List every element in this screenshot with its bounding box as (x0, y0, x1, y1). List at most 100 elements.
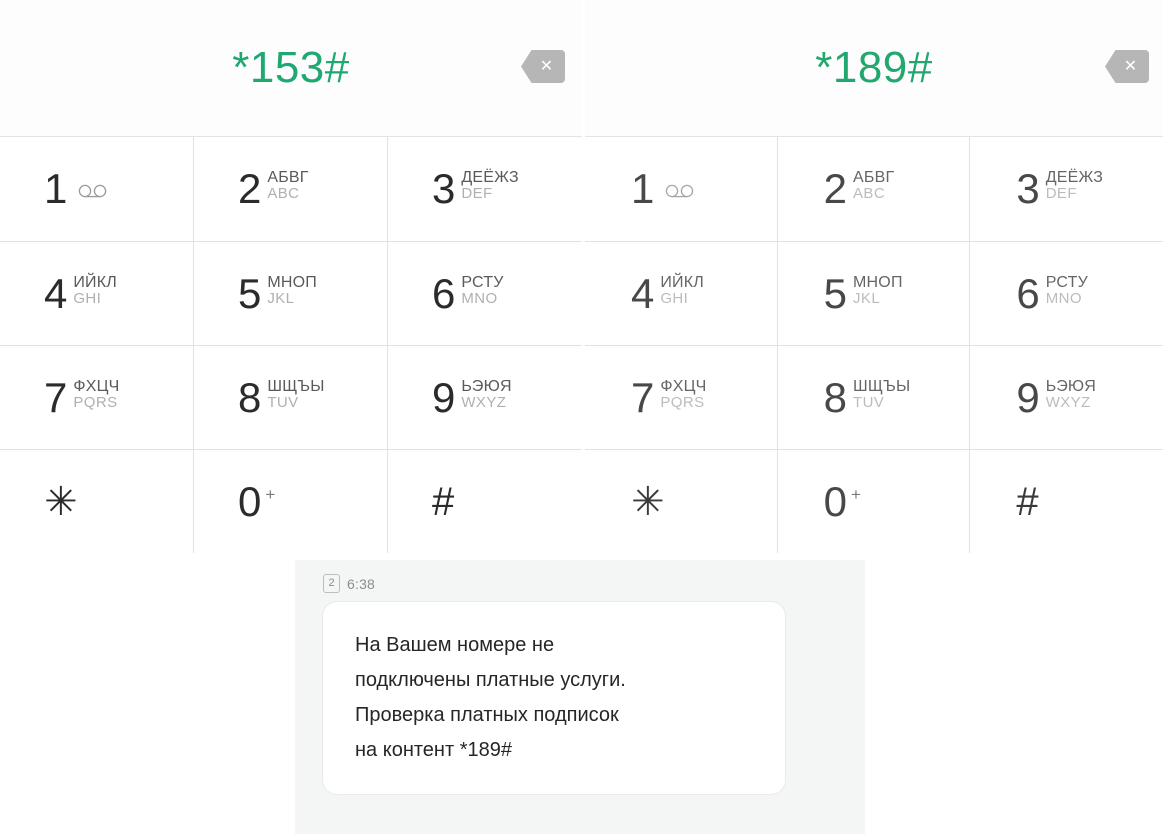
key-digit: 5 (823, 269, 848, 317)
key-letters-latin: WXYZ (1045, 393, 1091, 411)
asterisk-key-glyph: ✳ (44, 479, 78, 524)
key-8[interactable]: 8 ШЩЪЫ TUV (194, 346, 388, 450)
key-1[interactable]: 1 (585, 137, 778, 242)
keypad-grid-left: 1 2 АБВГ ABC 3 ДЕЁЖЗ DEF 4 ИЙКЛ GHI 5 МН… (0, 136, 582, 553)
key-letters: ЬЭЮЯ WXYZ (461, 378, 511, 411)
key-6[interactable]: 6 РСТУ MNO (970, 242, 1163, 346)
key-letters-cyrillic: ДЕЁЖЗ (461, 169, 519, 186)
key-letters: ФХЦЧ PQRS (660, 378, 706, 411)
key-8[interactable]: 8 ШЩЪЫ TUV (777, 346, 971, 450)
key-letters-cyrillic: ФХЦЧ (73, 377, 120, 395)
key-letters-cyrillic: АБВГ (267, 169, 309, 186)
dialer-panel-right: *189# ✕ 1 2 АБВГ ABC 3 ДЕЁЖЗ DEF 4 ИЙКЛ … (585, 0, 1163, 553)
key-digit: 6 (432, 269, 456, 317)
dial-display-header-left: *153# ✕ (0, 0, 582, 136)
key-hash[interactable]: # (970, 450, 1163, 553)
key-hash[interactable]: # (388, 450, 582, 553)
plus-modifier-icon: + (265, 484, 276, 504)
key-letters-latin: MNO (1045, 289, 1082, 307)
key-digit: 9 (1016, 373, 1040, 421)
key-digit: 0 (238, 477, 262, 525)
key-asterisk[interactable]: ✳ (585, 450, 778, 553)
key-6[interactable]: 6 РСТУ MNO (388, 242, 582, 346)
key-4[interactable]: 4 ИЙКЛ GHI (585, 242, 778, 346)
key-asterisk[interactable]: ✳ (0, 450, 194, 553)
key-5[interactable]: 5 МНОП JKL (777, 242, 971, 346)
key-letters-cyrillic: МНОП (267, 273, 317, 291)
hash-key-glyph: # (432, 479, 455, 524)
key-letters-latin: GHI (73, 289, 102, 307)
key-digit: 3 (432, 165, 456, 212)
sms-line-4: на контент *189# (355, 739, 512, 761)
dialer-panel-left: *153# ✕ 1 2 АБВГ ABC 3 ДЕЁЖЗ DEF 4 ИЙКЛ … (0, 0, 582, 553)
sms-message-meta: 2 6:38 (323, 574, 375, 593)
key-letters-latin: JKL (853, 289, 881, 307)
key-letters-latin: WXYZ (461, 393, 507, 411)
key-letters: ДЕЁЖЗ DEF (461, 169, 518, 202)
key-7[interactable]: 7 ФХЦЧ PQRS (0, 346, 194, 450)
key-7[interactable]: 7 ФХЦЧ PQRS (585, 346, 778, 450)
key-3[interactable]: 3 ДЕЁЖЗ DEF (970, 137, 1163, 242)
key-letters: ШЩЪЫ TUV (853, 378, 910, 411)
key-letters-cyrillic: ШЩЪЫ (267, 377, 325, 395)
key-letters: ФХЦЧ PQRS (73, 378, 119, 411)
key-letters-latin: MNO (461, 289, 498, 307)
hash-key-glyph: # (1016, 479, 1039, 524)
key-1[interactable]: 1 (0, 137, 194, 242)
key-letters: ИЙКЛ GHI (73, 274, 117, 307)
key-letters-latin: PQRS (73, 393, 118, 411)
key-5[interactable]: 5 МНОП JKL (194, 242, 388, 346)
key-letters-cyrillic: ЬЭЮЯ (1045, 377, 1097, 395)
key-3[interactable]: 3 ДЕЁЖЗ DEF (388, 137, 582, 242)
sms-line-1: На Вашем номере не (355, 634, 555, 656)
key-letters-latin: JKL (267, 289, 295, 307)
ussd-code-display-left[interactable]: *153# (0, 38, 582, 98)
key-digit: 1 (631, 165, 655, 212)
key-letters-cyrillic: ФХЦЧ (660, 377, 707, 395)
key-letters-latin: DEF (1045, 185, 1077, 203)
key-letters: АБВГ ABC (267, 169, 308, 202)
key-letters: ЬЭЮЯ WXYZ (1046, 378, 1096, 411)
key-digit: 2 (823, 165, 848, 212)
key-digit: 0 (823, 477, 848, 525)
key-letters-cyrillic: МНОП (853, 273, 903, 291)
key-2[interactable]: 2 АБВГ ABC (194, 137, 388, 242)
key-digit: 5 (238, 269, 262, 317)
key-letters-latin: TUV (267, 393, 299, 411)
key-letters-latin: ABC (267, 185, 300, 203)
key-letters: МНОП JKL (853, 274, 903, 307)
voicemail-icon (78, 184, 108, 203)
key-digit: 3 (1016, 165, 1040, 212)
key-letters-latin: GHI (660, 289, 689, 307)
sms-line-2: подключены платные услуги. (355, 669, 626, 691)
sms-message-bubble[interactable]: На Вашем номере не подключены платные ус… (323, 602, 785, 794)
asterisk-key-glyph: ✳ (631, 479, 665, 524)
dial-display-header-right: *189# ✕ (585, 0, 1163, 136)
key-digit: 4 (631, 269, 655, 317)
dialer-screenshots-container: *153# ✕ 1 2 АБВГ ABC 3 ДЕЁЖЗ DEF 4 ИЙКЛ … (0, 0, 1163, 553)
key-digit: 4 (44, 269, 68, 317)
key-letters: АБВГ ABC (853, 169, 894, 202)
key-0[interactable]: 0 + (194, 450, 388, 553)
ussd-code-display-right[interactable]: *189# (585, 38, 1163, 98)
key-letters-latin: DEF (461, 185, 493, 203)
key-letters-cyrillic: ДЕЁЖЗ (1045, 169, 1104, 186)
key-digit: 1 (44, 165, 68, 212)
key-letters-latin: TUV (853, 393, 885, 411)
key-letters: МНОП JKL (267, 274, 317, 307)
key-9[interactable]: 9 ЬЭЮЯ WXYZ (388, 346, 582, 450)
key-letters-latin: PQRS (660, 393, 705, 411)
key-letters-cyrillic: РСТУ (461, 273, 504, 291)
key-digit: 2 (238, 165, 262, 212)
key-2[interactable]: 2 АБВГ ABC (777, 137, 971, 242)
key-digit: 7 (44, 373, 68, 421)
key-digit: 9 (432, 373, 456, 421)
key-9[interactable]: 9 ЬЭЮЯ WXYZ (970, 346, 1163, 450)
keypad-grid-right: 1 2 АБВГ ABC 3 ДЕЁЖЗ DEF 4 ИЙКЛ GHI 5 МН… (585, 136, 1163, 553)
key-0[interactable]: 0 + (777, 450, 971, 553)
key-letters-cyrillic: АБВГ (853, 169, 895, 186)
key-4[interactable]: 4 ИЙКЛ GHI (0, 242, 194, 346)
key-letters: ИЙКЛ GHI (660, 274, 704, 307)
key-letters: ШЩЪЫ TUV (267, 378, 324, 411)
key-letters-cyrillic: ШЩЪЫ (853, 377, 911, 395)
